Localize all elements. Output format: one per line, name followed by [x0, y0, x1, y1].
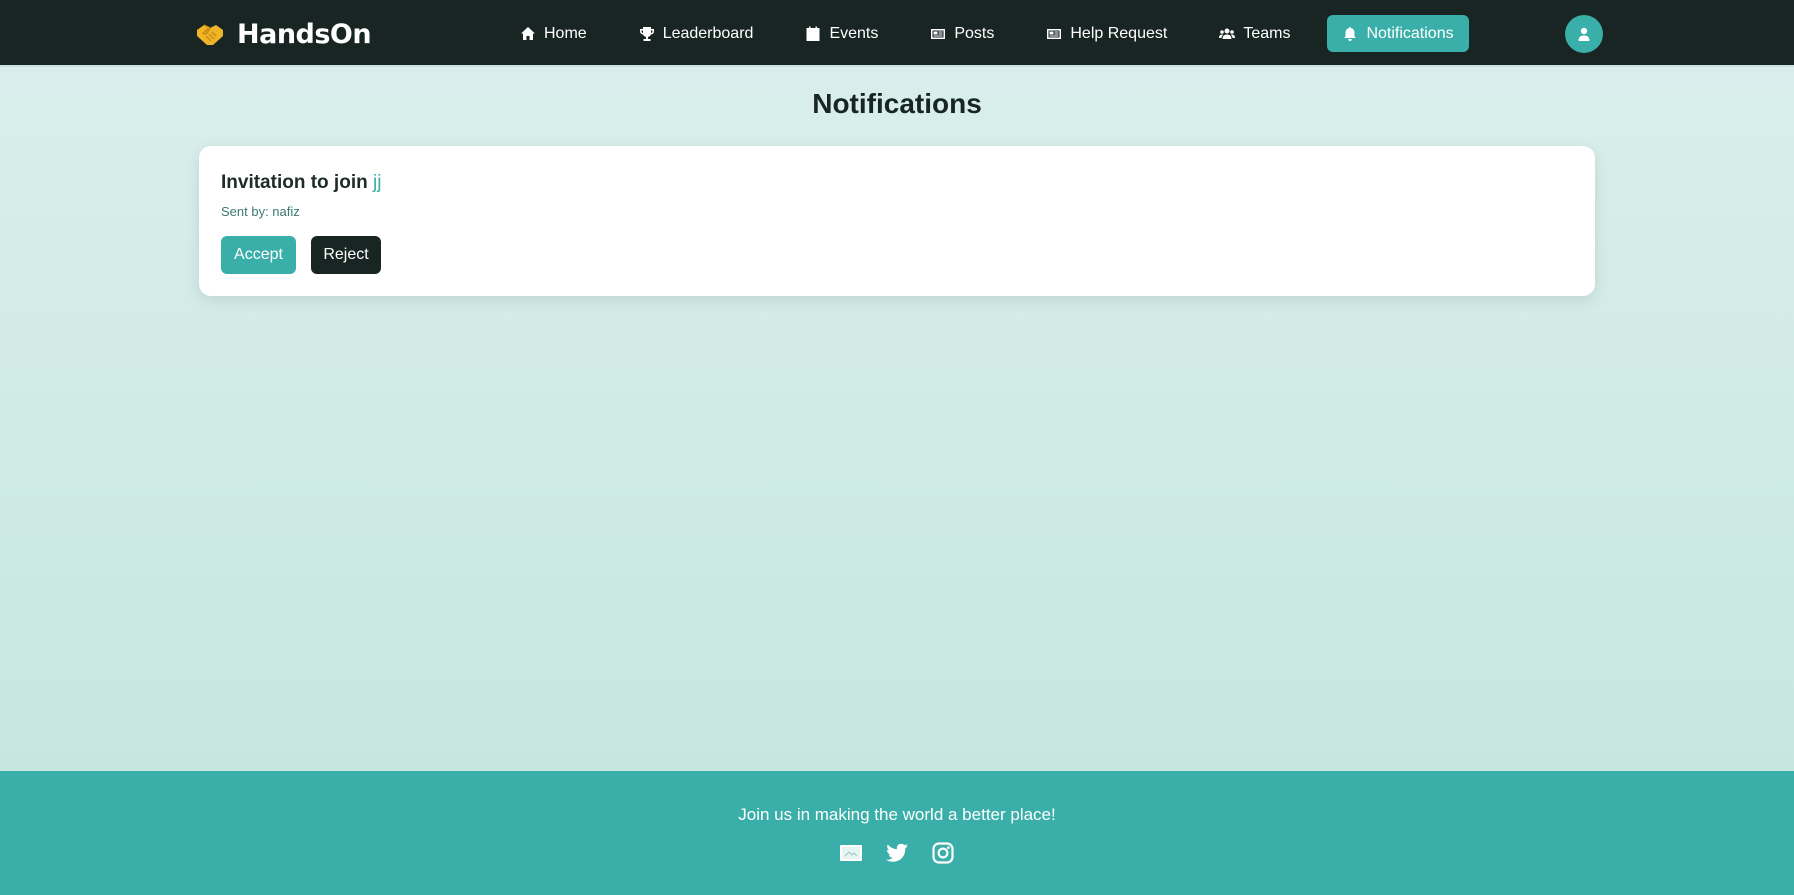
nav-item-label: Events [829, 24, 879, 42]
home-icon [521, 26, 535, 40]
accept-button[interactable]: Accept [221, 236, 296, 274]
top-navbar: HandsOn Home Leaderboard Events Posts He… [0, 0, 1794, 67]
main-nav: Home Leaderboard Events Posts Help Reque… [505, 15, 1469, 52]
notification-card: Invitation to join jj Sent by: nafiz Acc… [199, 146, 1595, 296]
handshake-icon [197, 24, 223, 45]
notification-title: Invitation to join jj [221, 172, 381, 194]
nav-item-help-request[interactable]: Help Request [1031, 15, 1182, 52]
nav-item-label: Notifications [1366, 24, 1454, 42]
newspaper-icon [1047, 28, 1062, 39]
notification-title-prefix: Invitation to join [221, 172, 368, 193]
notification-sender: Sent by: nafiz [221, 204, 300, 219]
profile-avatar-button[interactable] [1565, 15, 1603, 53]
nav-item-teams[interactable]: Teams [1204, 15, 1305, 52]
bell-icon [1344, 26, 1357, 41]
nav-item-label: Leaderboard [662, 24, 754, 42]
nav-item-label: Posts [954, 24, 995, 42]
nav-item-label: Teams [1243, 24, 1291, 42]
page-footer: Join us in making the world a better pla… [0, 771, 1794, 895]
users-icon [1219, 28, 1236, 39]
brand-logo[interactable]: HandsOn [195, 17, 372, 51]
footer-tagline: Join us in making the world a better pla… [738, 805, 1056, 824]
reject-button[interactable]: Reject [311, 236, 381, 274]
team-name-link[interactable]: jj [373, 172, 381, 193]
envelope-icon[interactable] [839, 841, 863, 865]
instagram-icon[interactable] [931, 841, 955, 865]
nav-item-label: Home [544, 24, 587, 42]
nav-item-posts[interactable]: Posts [915, 15, 1009, 52]
page-title: Notifications [812, 88, 982, 119]
nav-item-notifications[interactable]: Notifications [1327, 15, 1469, 52]
social-links [0, 841, 1794, 865]
nav-item-home[interactable]: Home [505, 15, 602, 52]
user-icon [1578, 27, 1590, 41]
nav-item-leaderboard[interactable]: Leaderboard [624, 15, 769, 52]
nav-item-events[interactable]: Events [790, 15, 893, 52]
newspaper-icon [931, 28, 946, 39]
calendar-icon [806, 26, 820, 41]
trophy-icon [639, 26, 654, 41]
brand-name: HandsOn [237, 18, 372, 50]
twitter-icon[interactable] [885, 841, 909, 865]
nav-item-label: Help Request [1070, 24, 1168, 42]
